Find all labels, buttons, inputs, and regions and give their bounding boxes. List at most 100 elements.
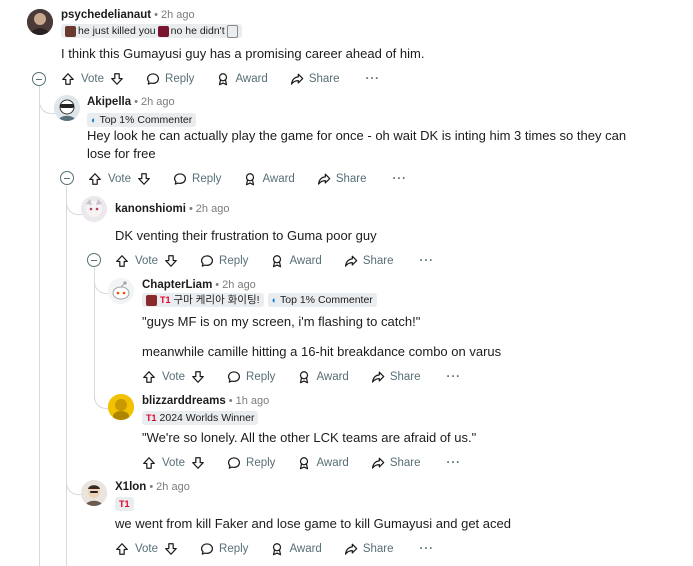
- reply-label: Reply: [165, 73, 195, 85]
- avatar[interactable]: [27, 9, 53, 35]
- avatar[interactable]: [108, 394, 134, 420]
- username[interactable]: psychedelianaut: [61, 9, 151, 21]
- downvote-icon: [191, 370, 205, 384]
- collapse-icon[interactable]: [32, 72, 46, 86]
- reply-icon: [173, 172, 187, 186]
- comment-body: "We're so lonely. All the other LCK team…: [142, 430, 477, 445]
- flair-image-icon: [65, 25, 76, 37]
- username[interactable]: ChapterLiam: [142, 279, 212, 291]
- user-flair: ◐ Top 1% Commenter: [267, 293, 377, 307]
- t1-logo-icon: T1: [160, 295, 171, 305]
- timestamp[interactable]: 2h ago: [141, 96, 175, 108]
- timestamp[interactable]: 2h ago: [156, 481, 190, 493]
- comment-body: we went from kill Faker and lose game to…: [115, 516, 511, 531]
- more-icon[interactable]: ···: [447, 457, 462, 469]
- reply-button[interactable]: Reply: [146, 72, 194, 86]
- avatar[interactable]: [81, 196, 107, 222]
- username[interactable]: Akipella: [87, 96, 131, 108]
- upvote-button[interactable]: [115, 542, 129, 556]
- upvote-icon: [115, 254, 129, 268]
- avatar[interactable]: [108, 278, 134, 304]
- downvote-button[interactable]: [191, 370, 205, 384]
- reply-icon: [200, 542, 214, 556]
- award-button[interactable]: Award: [216, 72, 268, 86]
- upvote-icon: [61, 72, 75, 86]
- collapse-icon[interactable]: [87, 253, 101, 267]
- upvote-button[interactable]: [115, 254, 129, 268]
- flair-image-icon: [226, 24, 238, 38]
- share-label: Share: [308, 73, 340, 85]
- username[interactable]: X1lon: [115, 481, 146, 493]
- downvote-button[interactable]: [164, 542, 178, 556]
- share-icon: [371, 456, 385, 470]
- award-button[interactable]: Award: [297, 370, 349, 384]
- timestamp[interactable]: 1h ago: [236, 395, 270, 407]
- user-flair: T1 구마 케리아 화이팅!: [142, 293, 264, 307]
- award-label: Award: [289, 543, 322, 555]
- comment-body: I think this Gumayusi guy has a promisin…: [61, 46, 425, 61]
- share-button[interactable]: Share: [317, 172, 367, 186]
- downvote-button[interactable]: [164, 254, 178, 268]
- award-icon: [270, 542, 284, 556]
- t1-logo-icon: T1: [119, 499, 130, 509]
- reply-button[interactable]: Reply: [227, 370, 275, 384]
- downvote-icon: [164, 542, 178, 556]
- vote-label: Vote: [108, 173, 132, 185]
- downvote-button[interactable]: [137, 172, 151, 186]
- comment-body: DK venting their frustration to Guma poo…: [115, 228, 377, 243]
- award-button[interactable]: Award: [270, 542, 322, 556]
- share-button[interactable]: Share: [290, 72, 340, 86]
- flair-image-icon: [146, 294, 157, 306]
- vote-label: Vote: [135, 543, 159, 555]
- comment-actions: Vote Reply Award Share ···: [142, 368, 461, 386]
- comment-actions: Vote Reply Award Share ···: [61, 70, 380, 88]
- timestamp[interactable]: 2h ago: [222, 279, 256, 291]
- award-button[interactable]: Award: [270, 254, 322, 268]
- share-icon: [344, 254, 358, 268]
- comment-actions: Vote Reply Award Share ···: [88, 170, 407, 188]
- award-button[interactable]: Award: [243, 172, 295, 186]
- share-label: Share: [389, 457, 421, 469]
- reply-button[interactable]: Reply: [200, 254, 248, 268]
- share-button[interactable]: Share: [371, 370, 421, 384]
- share-button[interactable]: Share: [344, 542, 394, 556]
- award-label: Award: [316, 371, 349, 383]
- more-icon[interactable]: ···: [447, 371, 462, 383]
- reply-label: Reply: [219, 255, 249, 267]
- reply-button[interactable]: Reply: [227, 456, 275, 470]
- reply-icon: [146, 72, 160, 86]
- timestamp[interactable]: 2h ago: [196, 203, 230, 215]
- upvote-button[interactable]: [61, 72, 75, 86]
- more-icon[interactable]: ···: [366, 73, 381, 85]
- username[interactable]: blizzarddreams: [142, 395, 226, 407]
- upvote-icon: [115, 542, 129, 556]
- more-icon[interactable]: ···: [420, 543, 435, 555]
- avatar[interactable]: [54, 95, 80, 121]
- more-icon[interactable]: ···: [420, 255, 435, 267]
- reply-button[interactable]: Reply: [200, 542, 248, 556]
- collapse-icon[interactable]: [60, 171, 74, 185]
- award-icon: [297, 370, 311, 384]
- award-icon: [270, 254, 284, 268]
- timestamp[interactable]: 2h ago: [161, 9, 195, 21]
- downvote-button[interactable]: [191, 456, 205, 470]
- more-icon[interactable]: ···: [393, 173, 408, 185]
- vote-label: Vote: [162, 371, 186, 383]
- comment-body: Hey look he can actually play the game f…: [87, 128, 627, 161]
- downvote-icon: [191, 456, 205, 470]
- vote-label: Vote: [162, 457, 186, 469]
- user-flair: he just killed you no he didn't: [61, 24, 242, 38]
- username[interactable]: kanonshiomi: [115, 203, 186, 215]
- reply-label: Reply: [246, 371, 276, 383]
- share-button[interactable]: Share: [344, 254, 394, 268]
- upvote-button[interactable]: [142, 456, 156, 470]
- award-button[interactable]: Award: [297, 456, 349, 470]
- downvote-button[interactable]: [110, 72, 124, 86]
- share-button[interactable]: Share: [371, 456, 421, 470]
- avatar[interactable]: [81, 480, 107, 506]
- t1-logo-icon: T1: [146, 413, 157, 423]
- upvote-button[interactable]: [142, 370, 156, 384]
- reply-button[interactable]: Reply: [173, 172, 221, 186]
- upvote-button[interactable]: [88, 172, 102, 186]
- award-icon: [216, 72, 230, 86]
